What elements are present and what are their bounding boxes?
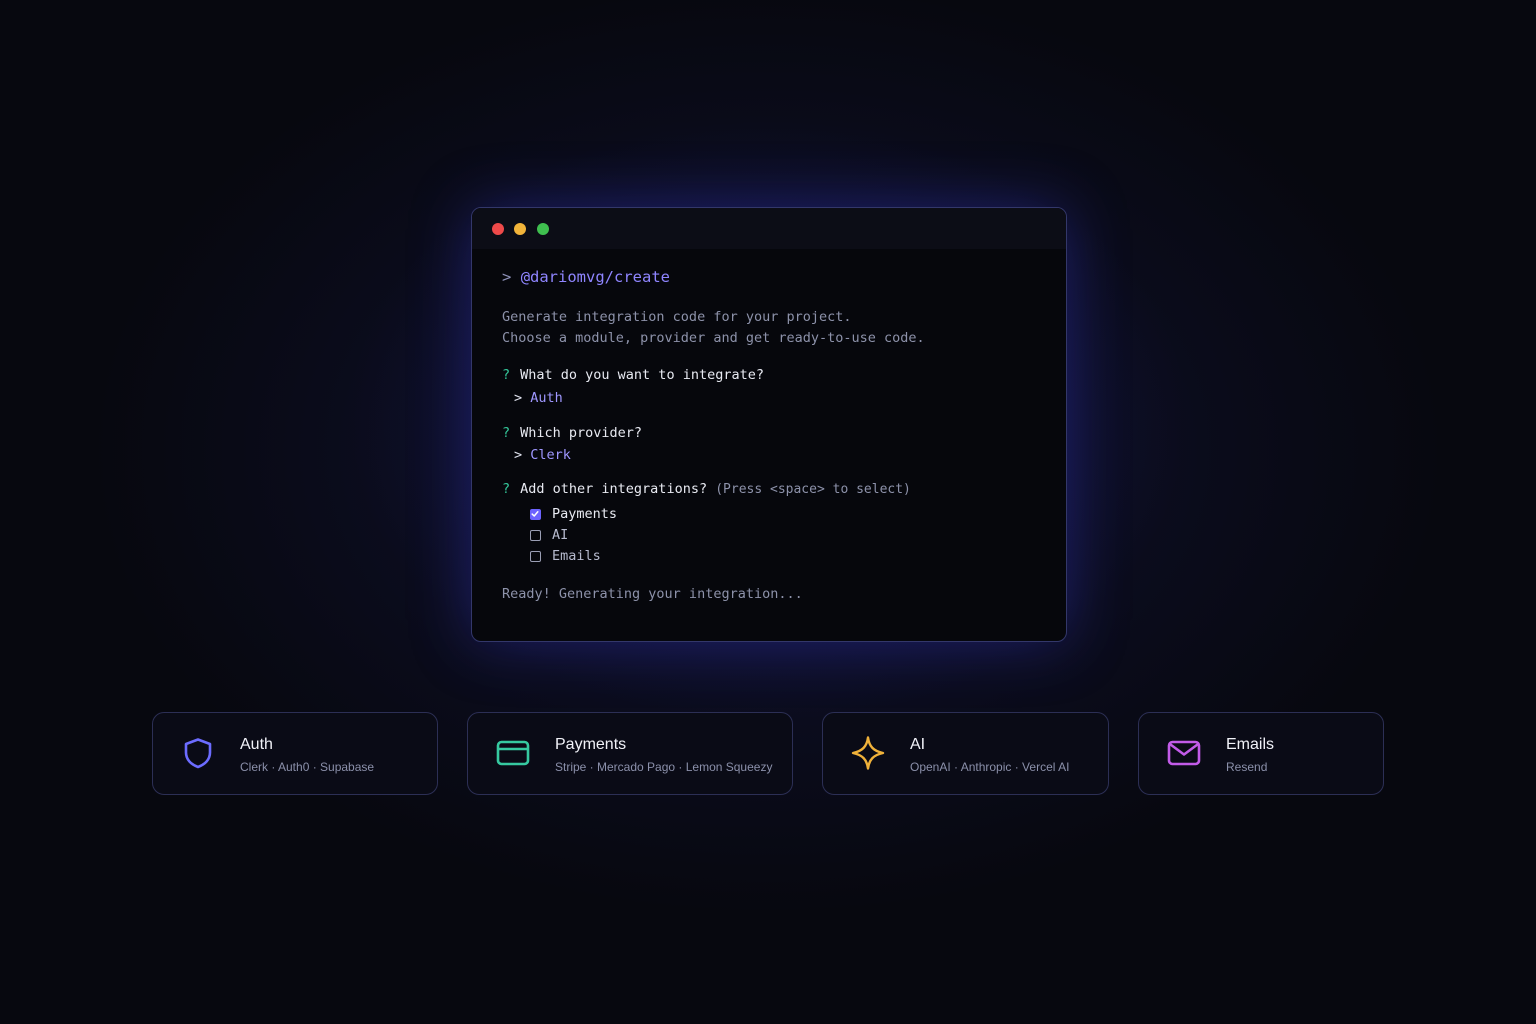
ai-checkbox[interactable] (530, 530, 541, 541)
terminal-titlebar (472, 208, 1066, 249)
answer-caret: > (514, 447, 523, 463)
answer-text: Auth (530, 390, 563, 406)
answer-provider[interactable]: > Clerk (514, 445, 571, 465)
card-subtitle: OpenAI · Anthropic · Vercel AI (910, 760, 1070, 774)
terminal-window: > @dariomvg/create Generate integration … (471, 207, 1067, 642)
status-line: Ready! Generating your integration... (502, 586, 803, 602)
command-line: > @dariomvg/create (502, 267, 670, 287)
checkmark-icon (531, 511, 539, 517)
description-line-1: Generate integration code for your proje… (502, 309, 852, 325)
question-mark: ? (502, 367, 511, 383)
minimize-window-dot[interactable] (514, 223, 526, 235)
question-other-integrations: ? Add other integrations? (Press <space> … (502, 479, 911, 500)
card-title: Payments (555, 736, 627, 753)
command-text: @dariomvg/create (520, 268, 670, 286)
terminal-body: > @dariomvg/create Generate integration … (472, 249, 1066, 641)
card-title: Auth (240, 736, 273, 753)
question-mark: ? (502, 425, 511, 441)
answer-caret: > (514, 390, 523, 406)
payments-checkbox[interactable] (530, 509, 541, 520)
question-provider: ? Which provider? (502, 423, 642, 443)
question-text: Add other integrations? (520, 481, 708, 497)
answer-integrate[interactable]: > Auth (514, 388, 563, 408)
description-line-2: Choose a module, provider and get ready-… (502, 330, 925, 346)
prompt-caret: > (502, 268, 512, 286)
card-subtitle: Stripe · Mercado Pago · Lemon Squeezy (555, 760, 773, 774)
option-payments-label[interactable]: Payments (552, 504, 617, 524)
sparkle-icon (851, 736, 885, 770)
card-payments[interactable]: Payments Stripe · Mercado Pago · Lemon S… (467, 712, 793, 795)
question-text: What do you want to integrate? (520, 367, 764, 383)
card-subtitle: Clerk · Auth0 · Supabase (240, 760, 375, 774)
option-ai-label[interactable]: AI (552, 525, 568, 545)
shield-icon (184, 738, 212, 769)
card-ai[interactable]: AI OpenAI · Anthropic · Vercel AI (822, 712, 1109, 795)
card-auth[interactable]: Auth Clerk · Auth0 · Supabase (152, 712, 438, 795)
card-title: Emails (1226, 736, 1275, 753)
credit-card-icon (496, 740, 530, 766)
close-window-dot[interactable] (492, 223, 504, 235)
emails-checkbox[interactable] (530, 551, 541, 562)
question-integrate: ? What do you want to integrate? (502, 365, 764, 385)
question-mark: ? (502, 481, 511, 497)
card-title: AI (910, 736, 926, 753)
card-emails[interactable]: Emails Resend (1138, 712, 1384, 795)
answer-text: Clerk (530, 447, 571, 463)
mail-icon (1167, 740, 1201, 766)
card-subtitle: Resend (1226, 760, 1268, 774)
question-hint: (Press <space> to select) (715, 482, 911, 497)
maximize-window-dot[interactable] (537, 223, 549, 235)
question-text: Which provider? (520, 425, 643, 441)
option-emails-label[interactable]: Emails (552, 546, 601, 566)
